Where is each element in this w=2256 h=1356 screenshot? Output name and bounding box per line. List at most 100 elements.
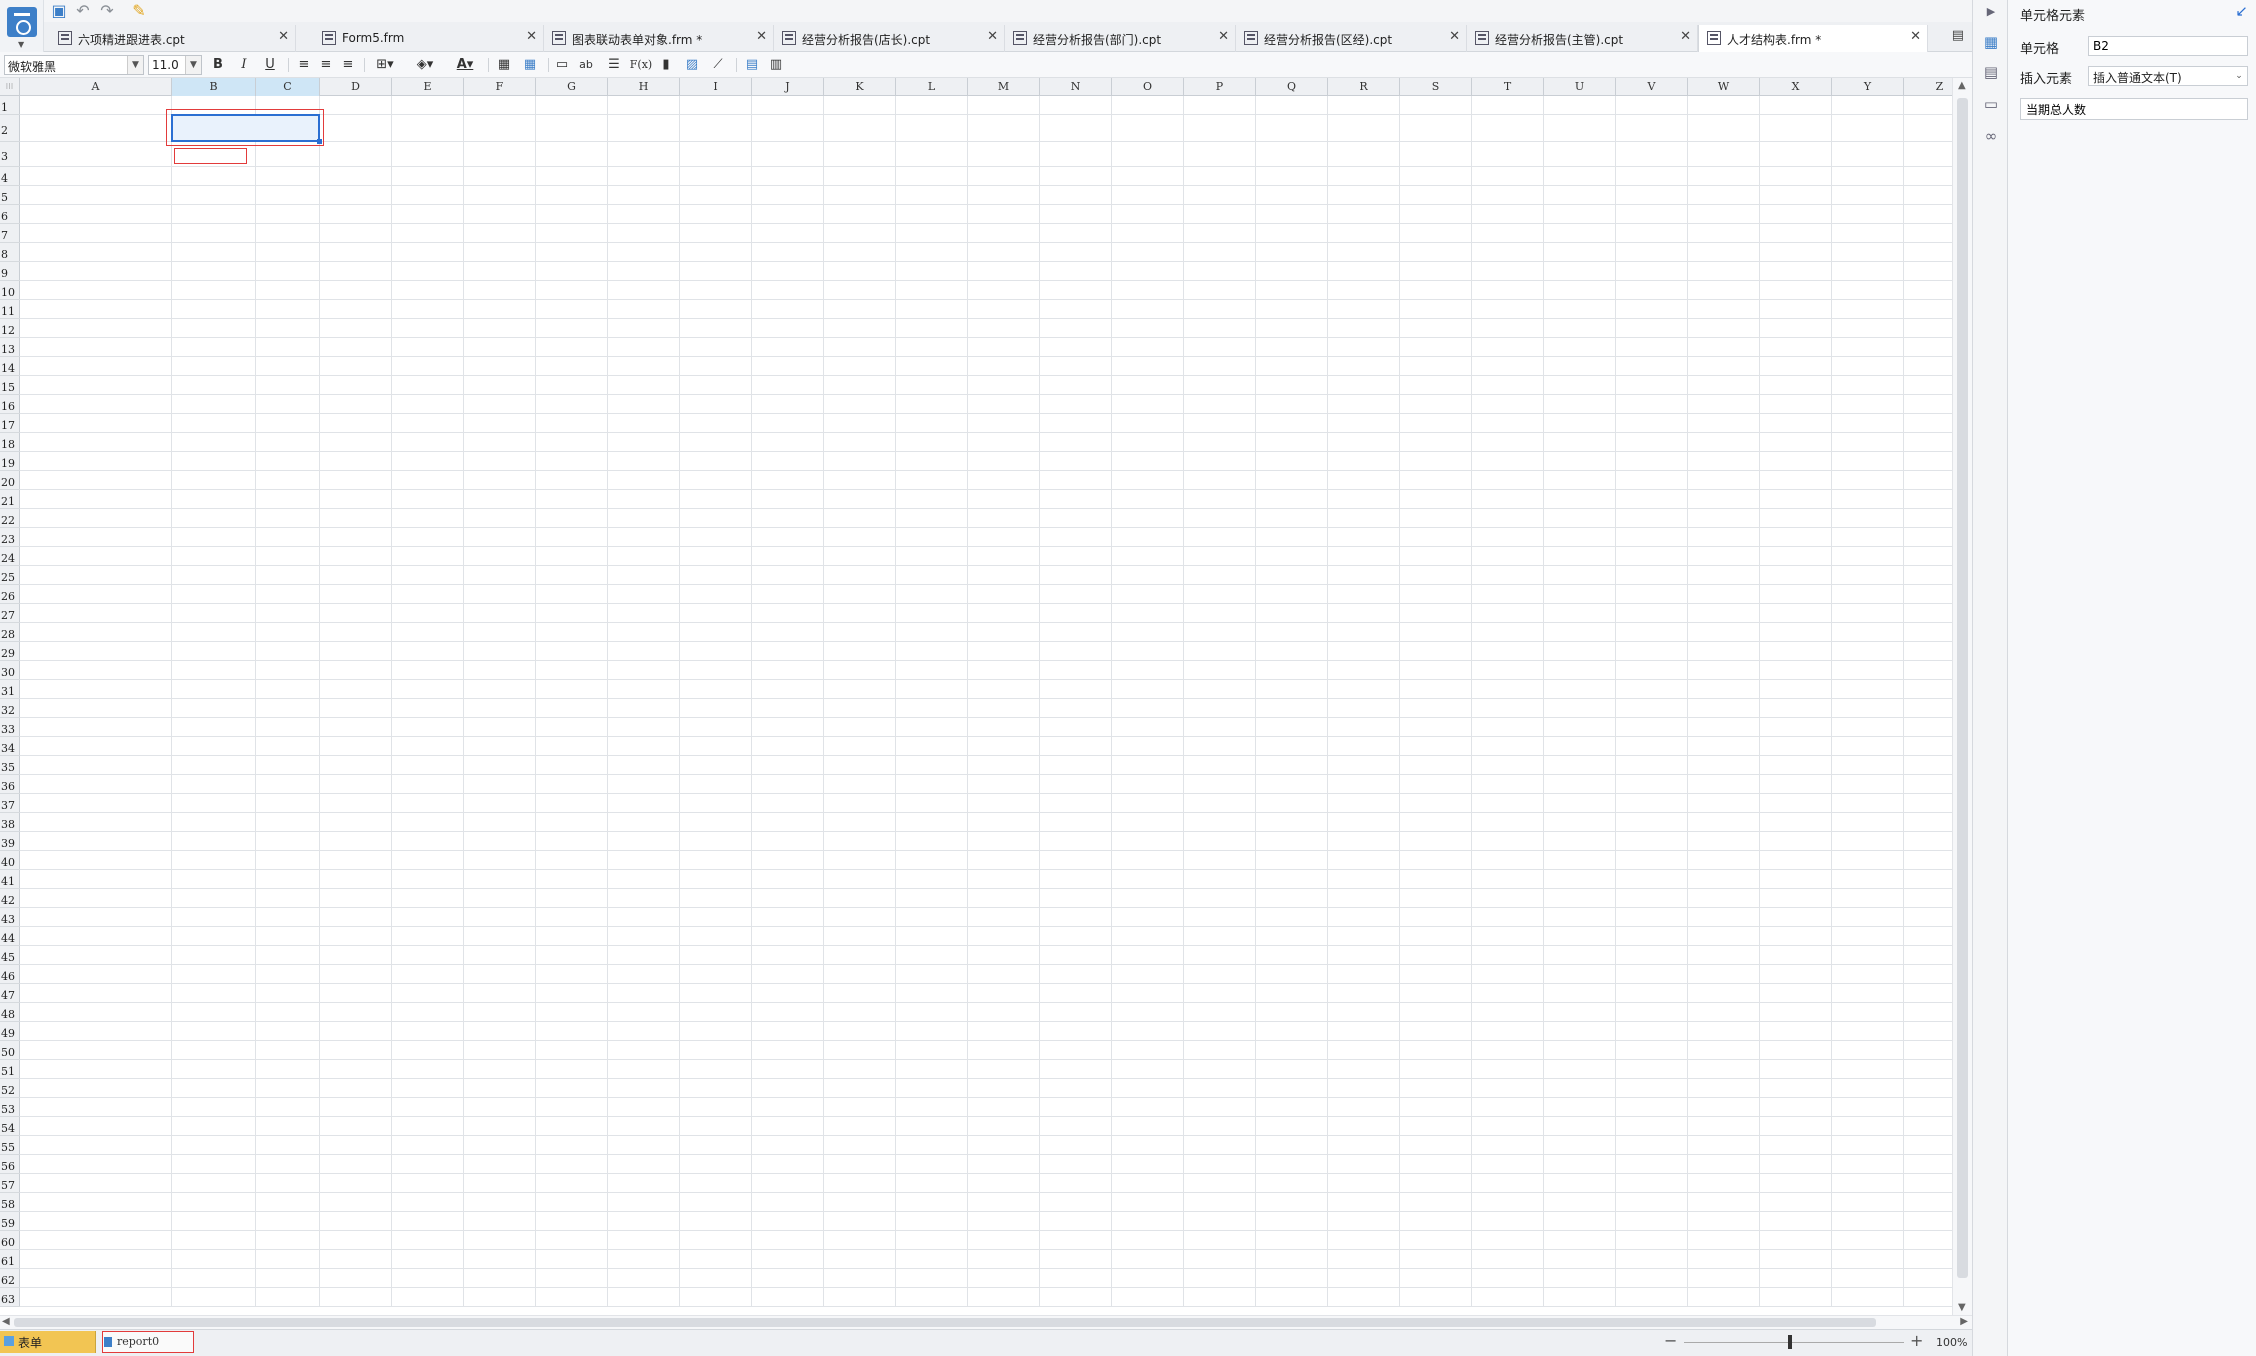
row-header-20[interactable]: 20	[0, 471, 20, 490]
row-header-21[interactable]: 21	[0, 490, 20, 509]
file-tab[interactable]: 经营分析报告(部门).cpt ✕	[1005, 25, 1236, 52]
close-icon[interactable]: ✕	[1680, 29, 1691, 44]
row-header-44[interactable]: 44	[0, 927, 20, 946]
row-header-37[interactable]: 37	[0, 794, 20, 813]
close-icon[interactable]: ✕	[278, 29, 289, 44]
row-header-6[interactable]: 6	[0, 205, 20, 224]
column-header-p[interactable]: P	[1184, 78, 1256, 96]
pin-icon[interactable]: ↙	[2235, 2, 2248, 20]
column-header-d[interactable]: D	[320, 78, 392, 96]
select-all-corner[interactable]: ⁝⁝⁝	[0, 78, 20, 96]
text-wrap-button[interactable]: ab	[576, 56, 596, 74]
align-left-icon[interactable]: ≡	[294, 56, 314, 74]
border-icon[interactable]: ⊞▾	[370, 56, 400, 74]
row-header-31[interactable]: 31	[0, 680, 20, 699]
paragraph-icon[interactable]: ☰	[604, 56, 624, 74]
row-header-52[interactable]: 52	[0, 1079, 20, 1098]
row-header-62[interactable]: 62	[0, 1269, 20, 1288]
column-header-s[interactable]: S	[1400, 78, 1472, 96]
row-header-45[interactable]: 45	[0, 946, 20, 965]
slash-icon[interactable]: ⟋	[708, 56, 728, 74]
row-header-23[interactable]: 23	[0, 528, 20, 547]
scroll-thumb[interactable]	[1957, 98, 1968, 1278]
row-header-19[interactable]: 19	[0, 452, 20, 471]
italic-button[interactable]: I	[234, 56, 254, 74]
zoom-slider[interactable]	[1684, 1342, 1904, 1343]
row-header-17[interactable]: 17	[0, 414, 20, 433]
row-header-8[interactable]: 8	[0, 243, 20, 262]
row-header-2[interactable]: 2	[0, 115, 20, 142]
hyperlink-icon[interactable]: ∞	[1981, 126, 2001, 146]
row-header-56[interactable]: 56	[0, 1155, 20, 1174]
row-header-27[interactable]: 27	[0, 604, 20, 623]
row-header-40[interactable]: 40	[0, 851, 20, 870]
scroll-down-icon[interactable]: ▼	[1958, 1302, 1966, 1313]
bold-button[interactable]: B	[208, 56, 228, 74]
brush-icon[interactable]: ✎	[128, 1, 150, 21]
row-header-38[interactable]: 38	[0, 813, 20, 832]
cell-address-input[interactable]	[2088, 36, 2248, 56]
expand-right-icon[interactable]: ▶	[1981, 2, 2001, 22]
row-header-30[interactable]: 30	[0, 661, 20, 680]
row-header-42[interactable]: 42	[0, 889, 20, 908]
column-header-o[interactable]: O	[1112, 78, 1184, 96]
row-header-36[interactable]: 36	[0, 775, 20, 794]
float-element-icon[interactable]: ▥	[766, 56, 786, 74]
scroll-right-icon[interactable]: ▶	[1960, 1316, 1968, 1327]
app-menu-button[interactable]: ▼	[0, 0, 44, 52]
subreport-icon[interactable]: ▤	[742, 56, 762, 74]
file-tab[interactable]: 经营分析报告(店长).cpt ✕	[774, 25, 1005, 52]
font-color-icon[interactable]: A▾	[450, 56, 480, 74]
file-tab[interactable]: 六项精进跟进表.cpt ✕	[50, 25, 296, 52]
row-header-13[interactable]: 13	[0, 338, 20, 357]
column-header-b[interactable]: B	[172, 78, 256, 96]
row-header-48[interactable]: 48	[0, 1003, 20, 1022]
column-header-w[interactable]: W	[1688, 78, 1760, 96]
row-header-24[interactable]: 24	[0, 547, 20, 566]
redo-icon[interactable]: ↷	[96, 1, 118, 21]
file-tab[interactable]: 经营分析报告(主管).cpt ✕	[1467, 25, 1698, 52]
cell-element-icon[interactable]: ▦	[1981, 32, 2001, 52]
scroll-up-icon[interactable]: ▲	[1958, 80, 1966, 91]
row-header-50[interactable]: 50	[0, 1041, 20, 1060]
row-header-25[interactable]: 25	[0, 566, 20, 585]
column-header-a[interactable]: A	[20, 78, 172, 96]
font-family-select[interactable]: 微软雅黑 ▼	[4, 55, 144, 75]
row-header-1[interactable]: 1	[0, 96, 20, 115]
row-header-34[interactable]: 34	[0, 737, 20, 756]
row-header-57[interactable]: 57	[0, 1174, 20, 1193]
column-header-h[interactable]: H	[608, 78, 680, 96]
row-header-3[interactable]: 3	[0, 142, 20, 167]
file-tab[interactable]: 图表联动表单对象.frm * ✕	[544, 25, 774, 52]
row-header-29[interactable]: 29	[0, 642, 20, 661]
row-header-11[interactable]: 11	[0, 300, 20, 319]
cell-attribute-icon[interactable]: ▤	[1981, 62, 2001, 82]
align-right-icon[interactable]: ≡	[338, 56, 358, 74]
fill-color-icon[interactable]: ◈▾	[410, 56, 440, 74]
row-header-43[interactable]: 43	[0, 908, 20, 927]
row-header-51[interactable]: 51	[0, 1060, 20, 1079]
row-header-10[interactable]: 10	[0, 281, 20, 300]
row-header-33[interactable]: 33	[0, 718, 20, 737]
zoom-slider-thumb[interactable]	[1788, 1335, 1792, 1349]
column-header-x[interactable]: X	[1760, 78, 1832, 96]
sheet-tab-report[interactable]: report0	[102, 1331, 194, 1353]
row-header-55[interactable]: 55	[0, 1136, 20, 1155]
insert-element-select[interactable]: 插入普通文本(T) ⌄	[2088, 66, 2248, 86]
sheet-tab-form[interactable]: 表单	[0, 1331, 96, 1353]
column-header-r[interactable]: R	[1328, 78, 1400, 96]
row-header-28[interactable]: 28	[0, 623, 20, 642]
column-header-l[interactable]: L	[896, 78, 968, 96]
column-header-i[interactable]: I	[680, 78, 752, 96]
close-icon[interactable]: ✕	[1218, 29, 1229, 44]
float-element-icon[interactable]: ▭	[1981, 94, 2001, 114]
row-header-46[interactable]: 46	[0, 965, 20, 984]
close-icon[interactable]: ✕	[526, 29, 537, 44]
column-header-m[interactable]: M	[968, 78, 1040, 96]
column-header-n[interactable]: N	[1040, 78, 1112, 96]
column-header-u[interactable]: U	[1544, 78, 1616, 96]
row-header-5[interactable]: 5	[0, 186, 20, 205]
row-header-59[interactable]: 59	[0, 1212, 20, 1231]
vertical-scrollbar[interactable]: ▲ ▼	[1952, 78, 1972, 1315]
split-cells-icon[interactable]: ▦	[520, 56, 540, 74]
